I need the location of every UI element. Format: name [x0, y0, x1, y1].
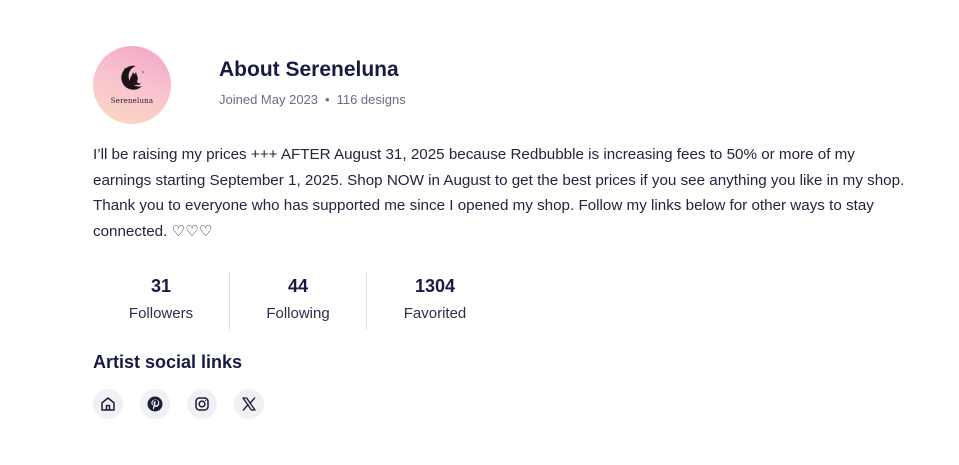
pinterest-icon: [147, 396, 163, 412]
x-link[interactable]: [234, 389, 264, 419]
stat-value: 44: [287, 276, 309, 296]
instagram-link[interactable]: [187, 389, 217, 419]
meta-separator: •: [325, 92, 330, 107]
avatar-brand-text: Sereneluna: [110, 97, 154, 105]
stat-followers[interactable]: 31 Followers: [93, 272, 229, 330]
page-title: About Sereneluna: [219, 58, 399, 81]
social-links: [93, 389, 281, 419]
joined-date: Joined May 2023: [219, 92, 319, 107]
home-icon: [101, 397, 115, 411]
moon-cat-logo-icon: [121, 65, 144, 90]
profile-header: Sereneluna About Sereneluna Joined May 2…: [93, 46, 406, 124]
profile-meta: Joined May 2023 • 116 designs: [219, 92, 406, 107]
artist-bio: I’ll be raising my prices +++ AFTER Augu…: [93, 146, 905, 240]
social-links-heading: Artist social links: [93, 352, 243, 372]
stat-favorited[interactable]: 1304 Favorited: [366, 272, 503, 330]
home-link[interactable]: [93, 389, 123, 419]
stat-label: Favorited: [403, 305, 467, 322]
stat-value: 1304: [414, 276, 456, 296]
designs-count: 116 designs: [336, 92, 406, 107]
instagram-icon: [195, 397, 209, 411]
x-icon: [242, 397, 256, 411]
avatar[interactable]: Sereneluna: [93, 46, 171, 124]
stat-value: 31: [150, 276, 172, 296]
stat-label: Followers: [128, 305, 194, 322]
stats-row: 31 Followers 44 Following 1304 Favorited: [93, 272, 503, 330]
pinterest-link[interactable]: [140, 389, 170, 419]
stat-label: Following: [266, 305, 330, 322]
title-block: About Sereneluna Joined May 2023 • 116 d…: [219, 57, 406, 107]
stat-following[interactable]: 44 Following: [229, 272, 366, 330]
